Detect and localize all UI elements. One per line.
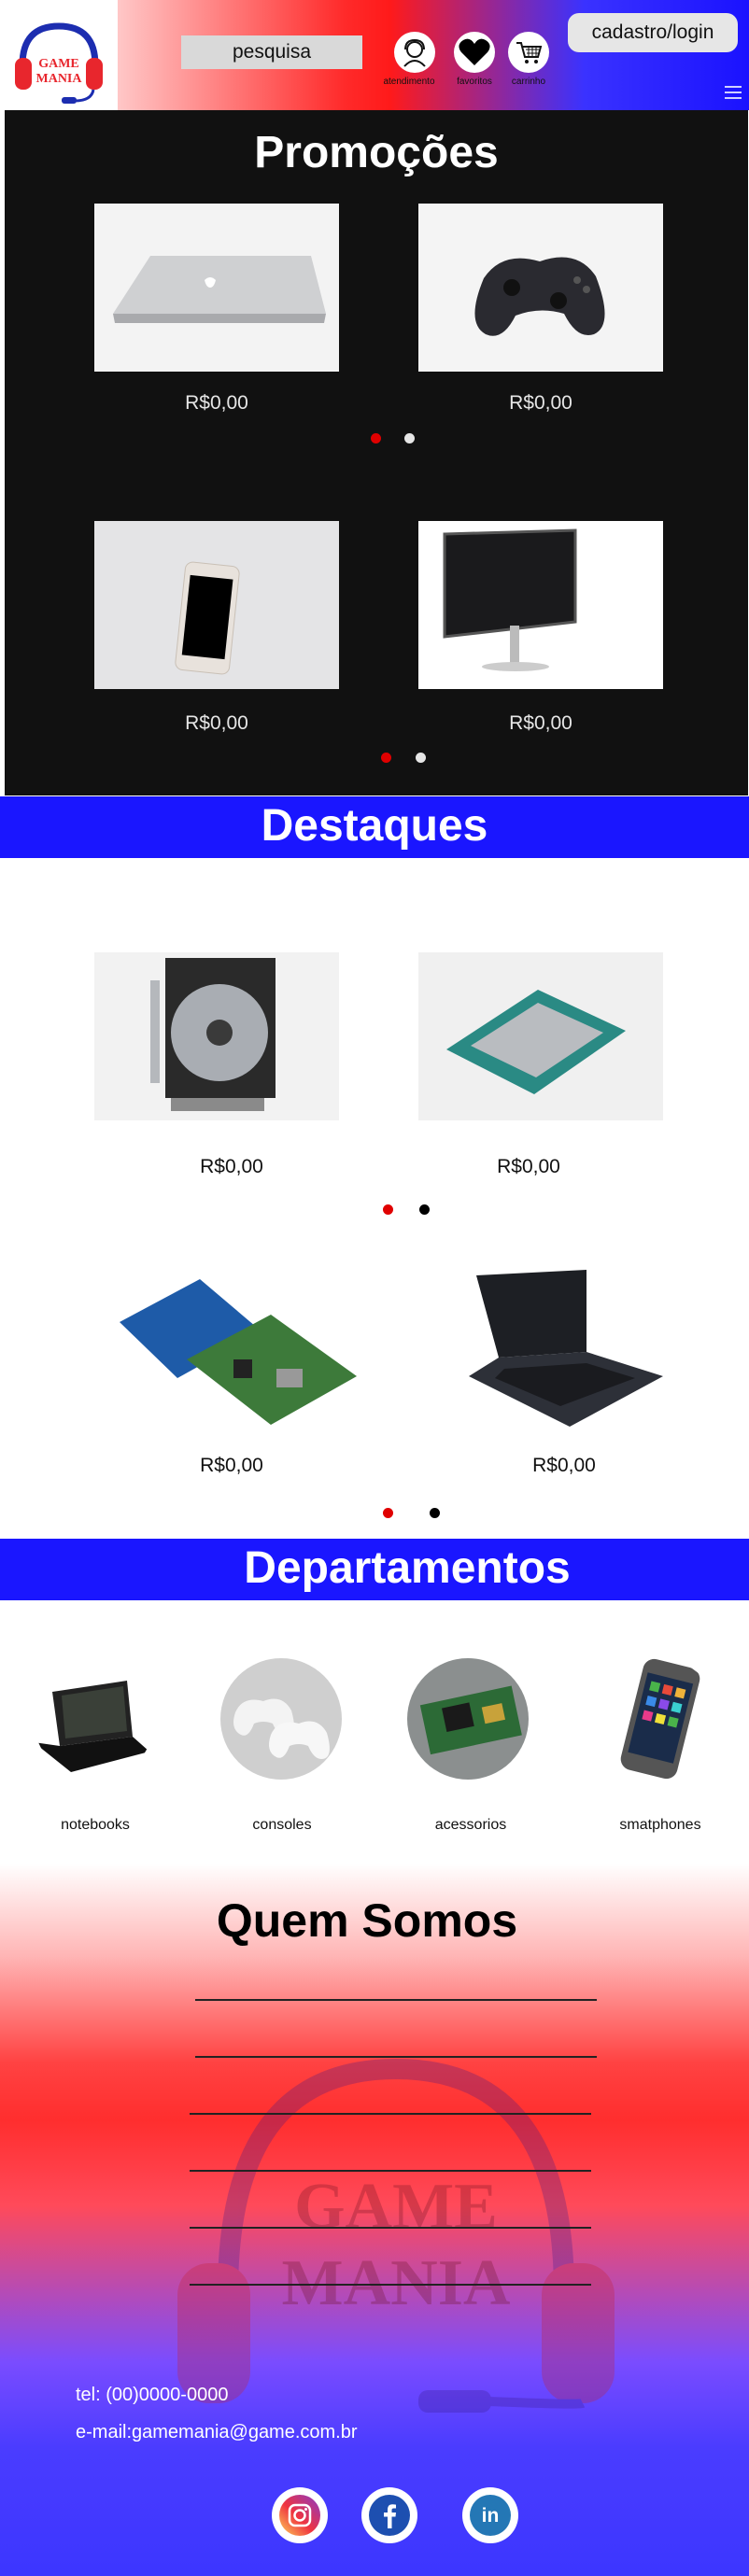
promo-price: R$0,00 — [185, 392, 248, 414]
highlights-title: Destaques — [261, 801, 488, 851]
promotions-section: Promoções R$0,00 R$0,00 R$0,00 R$0,00 — [5, 110, 748, 795]
department-notebooks-image[interactable] — [34, 1658, 155, 1780]
text-placeholder-line — [195, 2056, 597, 2058]
promo-price: R$0,00 — [185, 712, 248, 734]
department-accessories-image[interactable] — [407, 1658, 529, 1780]
highlight-product-image-processor[interactable] — [418, 952, 663, 1120]
carousel-dot[interactable] — [419, 1204, 430, 1215]
highlight-price: R$0,00 — [532, 1455, 596, 1476]
text-placeholder-line — [190, 2227, 591, 2229]
logo-text-line1: GAME — [38, 57, 79, 71]
heart-icon[interactable] — [454, 32, 495, 73]
department-smartphones-image[interactable] — [598, 1658, 719, 1780]
carousel-dot-active[interactable] — [381, 753, 391, 763]
promo-price: R$0,00 — [509, 712, 572, 734]
promo-product-image-smartphone[interactable] — [94, 521, 339, 689]
search-input[interactable] — [181, 35, 362, 69]
promo-product-image-laptop[interactable] — [94, 204, 339, 372]
carousel-dot-active[interactable] — [383, 1204, 393, 1215]
login-button[interactable]: cadastro/login — [568, 13, 738, 52]
watermark-text-line1: GAME — [294, 2171, 498, 2243]
instagram-icon[interactable] — [272, 2487, 328, 2543]
carousel-dot[interactable] — [404, 433, 415, 443]
department-label-smartphones[interactable]: smatphones — [586, 1817, 735, 1834]
about-title: Quem Somos — [216, 1894, 518, 1947]
logo[interactable]: GAME MANIA — [0, 0, 118, 110]
promotions-title: Promoções — [254, 128, 499, 177]
cart-icon[interactable] — [508, 32, 549, 73]
support-agent-icon[interactable] — [394, 32, 435, 73]
departments-banner: Departamentos — [0, 1539, 749, 1600]
highlight-price: R$0,00 — [200, 1455, 263, 1476]
carousel-dot[interactable] — [416, 753, 426, 763]
contact-email[interactable]: e-mail:gamemania@game.com.br — [76, 2422, 358, 2443]
promo-product-image-gamepad[interactable] — [418, 204, 663, 372]
text-placeholder-line — [190, 2113, 591, 2115]
text-placeholder-line — [190, 2170, 591, 2172]
department-consoles-image[interactable] — [220, 1658, 342, 1780]
carousel-dot[interactable] — [430, 1508, 440, 1518]
carousel-dot-active[interactable] — [383, 1508, 393, 1518]
promo-price: R$0,00 — [509, 392, 572, 414]
linkedin-icon[interactable]: in — [462, 2487, 518, 2543]
carousel-dot-active[interactable] — [371, 433, 381, 443]
text-placeholder-line — [195, 1999, 597, 2001]
department-label-notebooks[interactable]: notebooks — [21, 1817, 170, 1834]
cart-label: carrinho — [511, 77, 546, 87]
highlight-product-image-cooler[interactable] — [94, 952, 339, 1120]
headset-logo-icon: GAME MANIA — [15, 22, 103, 104]
about-section: Quem Somos GAME MANIA tel: (00)0000-0000… — [0, 1864, 749, 2576]
highlight-price: R$0,00 — [497, 1156, 560, 1177]
site-header: GAME MANIA atendimento favoritos carrinh… — [0, 0, 749, 110]
department-label-accessories[interactable]: acessorios — [396, 1817, 545, 1834]
contact-phone: tel: (00)0000-0000 — [76, 2385, 229, 2405]
headset-watermark-icon: GAME MANIA — [177, 2058, 615, 2413]
logo-text-line2: MANIA — [36, 72, 83, 86]
hamburger-menu-icon[interactable] — [725, 86, 742, 99]
promo-product-image-monitor[interactable] — [418, 521, 663, 689]
departments-title: Departamentos — [244, 1543, 571, 1593]
support-label: atendimento — [383, 77, 435, 87]
department-label-consoles[interactable]: consoles — [207, 1817, 357, 1834]
facebook-icon[interactable] — [361, 2487, 417, 2543]
highlight-product-image-boards[interactable] — [112, 1266, 357, 1434]
text-placeholder-line — [190, 2284, 591, 2286]
highlight-product-image-laptop[interactable] — [448, 1266, 693, 1434]
svg-text:in: in — [482, 2505, 500, 2527]
highlights-banner: Destaques — [0, 796, 749, 858]
highlight-price: R$0,00 — [200, 1156, 263, 1177]
